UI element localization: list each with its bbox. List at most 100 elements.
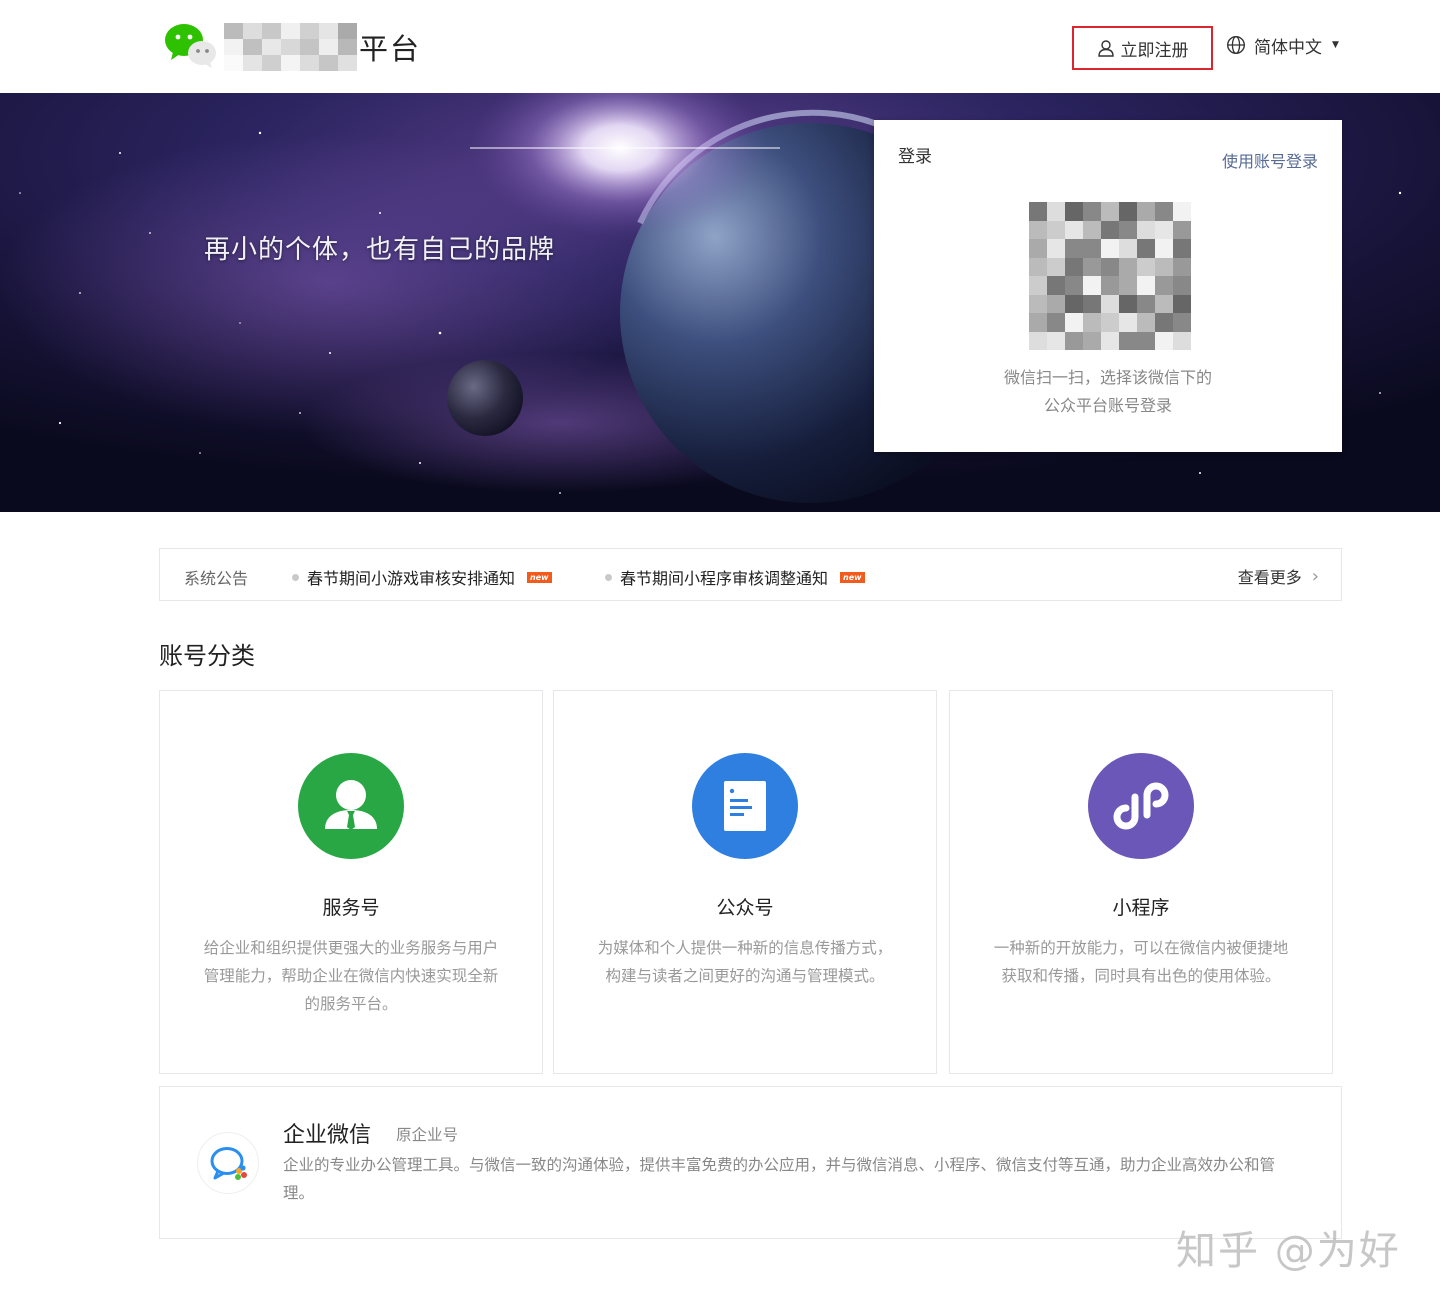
caret-down-icon: ▼ bbox=[1332, 40, 1339, 50]
notice-title: 系统公告 bbox=[184, 569, 249, 588]
qr-cell bbox=[1083, 276, 1101, 295]
qr-cell bbox=[1083, 294, 1101, 313]
work-wechat-subtitle: 原企业号 bbox=[396, 1126, 459, 1144]
card-description: 一种新的开放能力，可以在微信内被便捷地获取和传播，同时具有出色的使用体验。 bbox=[993, 939, 1289, 985]
notice-item[interactable]: 春节期间小程序审核调整通知 new bbox=[605, 565, 865, 589]
login-panel: 登录 使用账号登录 微信扫一扫，选择该微信下的 公众平台账号登录 bbox=[874, 120, 1342, 452]
qr-cell bbox=[1119, 313, 1137, 332]
qr-cell bbox=[1065, 220, 1083, 239]
qr-cell bbox=[1083, 313, 1101, 332]
qr-cell bbox=[1065, 331, 1083, 350]
qr-cell bbox=[1083, 331, 1101, 350]
bullet-dot bbox=[605, 573, 612, 581]
qr-cell bbox=[1137, 331, 1155, 350]
qr-cell bbox=[1119, 294, 1137, 313]
qr-cell bbox=[1137, 202, 1155, 221]
qr-cell bbox=[1173, 220, 1191, 239]
card-official-account[interactable]: 公众号 为媒体和个人提供一种新的信息传播方式，构建与读者之间更好的沟通与管理模式… bbox=[553, 690, 937, 1074]
work-wechat-title: 企业微信 bbox=[283, 1123, 372, 1148]
qr-cell bbox=[1173, 294, 1191, 313]
qr-cell bbox=[1083, 239, 1101, 258]
qr-cell bbox=[1101, 202, 1119, 221]
view-more-link[interactable]: 查看更多 › bbox=[1238, 564, 1319, 588]
qr-cell bbox=[1047, 202, 1065, 221]
card-mini-program[interactable]: 小程序 一种新的开放能力，可以在微信内被便捷地获取和传播，同时具有出色的使用体验… bbox=[949, 690, 1333, 1074]
qr-cell bbox=[1173, 331, 1191, 350]
qr-cell bbox=[1137, 220, 1155, 239]
qr-cell bbox=[1119, 220, 1137, 239]
qr-cell bbox=[1047, 294, 1065, 313]
qr-cell bbox=[1029, 313, 1047, 332]
qr-cell bbox=[1155, 294, 1173, 313]
qr-cell bbox=[1065, 257, 1083, 276]
notice-item-text: 春节期间小游戏审核安排通知 bbox=[307, 569, 516, 588]
qr-cell bbox=[1065, 294, 1083, 313]
qr-cell bbox=[1119, 257, 1137, 276]
qr-cell bbox=[1101, 220, 1119, 239]
qr-cell bbox=[1137, 276, 1155, 295]
qr-cell bbox=[1173, 276, 1191, 295]
qr-cell bbox=[1137, 239, 1155, 258]
brand-suffix: 平台 bbox=[359, 32, 422, 66]
login-title: 登录 bbox=[898, 147, 932, 167]
card-title: 公众号 bbox=[716, 897, 774, 919]
card-service-account[interactable]: 服务号 给企业和组织提供更强大的业务服务与用户管理能力，帮助企业在微信内快速实现… bbox=[159, 690, 543, 1074]
language-selector[interactable]: 简体中文 ▼ bbox=[1226, 32, 1339, 58]
qr-cell bbox=[1029, 239, 1047, 258]
qr-cell bbox=[1155, 313, 1173, 332]
qr-cell bbox=[1173, 202, 1191, 221]
login-hint: 微信扫一扫，选择该微信下的 公众平台账号登录 bbox=[874, 364, 1342, 420]
qr-cell bbox=[1029, 220, 1047, 239]
notice-item-text: 春节期间小程序审核调整通知 bbox=[620, 569, 829, 588]
qr-cell bbox=[1137, 313, 1155, 332]
qr-cell bbox=[1101, 331, 1119, 350]
system-notice-bar: 系统公告 春节期间小游戏审核安排通知 new 春节期间小程序审核调整通知 new… bbox=[159, 548, 1342, 601]
zhihu-watermark: 知乎 @为好 bbox=[1176, 1228, 1401, 1274]
card-work-wechat[interactable]: 企业微信 原企业号 企业的专业办公管理工具。与微信一致的沟通体验，提供丰富免费的… bbox=[159, 1086, 1342, 1239]
qr-cell bbox=[1101, 257, 1119, 276]
login-qr-code bbox=[1029, 202, 1191, 350]
work-wechat-description: 企业的专业办公管理工具。与微信一致的沟通体验，提供丰富免费的办公应用，并与微信消… bbox=[283, 1156, 1276, 1202]
qr-cell bbox=[1047, 276, 1065, 295]
qr-cell bbox=[1029, 202, 1047, 221]
qr-cell bbox=[1083, 202, 1101, 221]
qr-cell bbox=[1065, 239, 1083, 258]
brand-title[interactable]: 平台 bbox=[224, 22, 421, 72]
section-title: 账号分类 bbox=[159, 642, 255, 670]
card-description: 为媒体和个人提供一种新的信息传播方式，构建与读者之间更好的沟通与管理模式。 bbox=[597, 939, 893, 985]
card-description: 给企业和组织提供更强大的业务服务与用户管理能力，帮助企业在微信内快速实现全新的服… bbox=[203, 939, 499, 1013]
chevron-right-icon: › bbox=[1311, 565, 1319, 587]
top-header: 平台 立即注册 简体中文 ▼ bbox=[0, 0, 1440, 93]
qr-cell bbox=[1029, 331, 1047, 350]
qr-cell bbox=[1083, 257, 1101, 276]
qr-cell bbox=[1065, 313, 1083, 332]
card-title: 小程序 bbox=[1112, 897, 1170, 919]
notice-item[interactable]: 春节期间小游戏审核安排通知 new bbox=[292, 565, 552, 589]
account-login-link[interactable]: 使用账号登录 bbox=[1222, 148, 1318, 172]
wechat-logo-icon[interactable] bbox=[164, 22, 218, 68]
qr-cell bbox=[1155, 276, 1173, 295]
language-label: 简体中文 bbox=[1254, 37, 1322, 58]
official-account-icon bbox=[692, 753, 798, 859]
qr-cell bbox=[1155, 331, 1173, 350]
qr-cell bbox=[1173, 313, 1191, 332]
qr-cell bbox=[1065, 276, 1083, 295]
service-account-icon bbox=[298, 753, 404, 859]
qr-cell bbox=[1155, 257, 1173, 276]
qr-cell bbox=[1047, 257, 1065, 276]
work-wechat-icon bbox=[197, 1132, 259, 1194]
qr-cell bbox=[1173, 257, 1191, 276]
qr-cell bbox=[1155, 220, 1173, 239]
qr-cell bbox=[1173, 239, 1191, 258]
card-title: 服务号 bbox=[322, 897, 380, 919]
register-label: 立即注册 bbox=[1120, 40, 1189, 61]
qr-cell bbox=[1155, 239, 1173, 258]
qr-cell bbox=[1029, 276, 1047, 295]
mini-program-icon bbox=[1088, 753, 1194, 859]
qr-cell bbox=[1083, 220, 1101, 239]
qr-cell bbox=[1119, 331, 1137, 350]
qr-cell bbox=[1101, 276, 1119, 295]
register-button[interactable]: 立即注册 bbox=[1072, 26, 1213, 70]
bullet-dot bbox=[292, 573, 299, 581]
view-more-label: 查看更多 bbox=[1237, 568, 1302, 587]
